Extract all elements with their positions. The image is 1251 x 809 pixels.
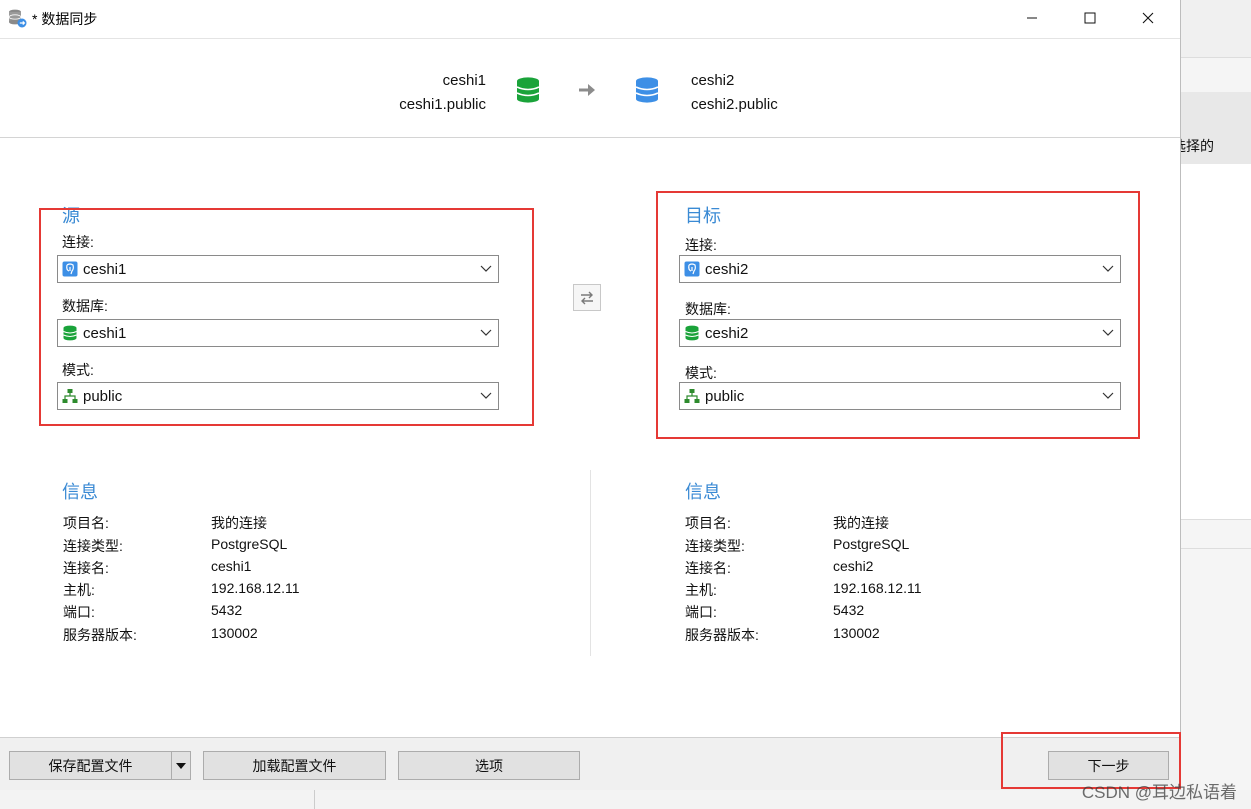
background-divider: [1180, 548, 1251, 549]
target-info-title: 信息: [685, 482, 721, 502]
header-target-schema: ceshi2.public: [691, 96, 778, 113]
info-key: 主机:: [63, 582, 95, 598]
target-database-icon: [635, 77, 659, 103]
info-value: 130002: [833, 625, 880, 641]
minimize-button[interactable]: [1009, 0, 1055, 36]
arrow-right-icon: [579, 84, 595, 96]
info-divider: [590, 470, 591, 656]
save-profile-button[interactable]: 保存配置文件: [9, 751, 172, 780]
background-toolbar: [1180, 0, 1251, 58]
info-key: 项目名:: [63, 515, 109, 531]
info-value: 我的连接: [833, 515, 889, 531]
maximize-icon: [1084, 12, 1096, 24]
close-button[interactable]: [1125, 0, 1171, 36]
info-value: 192.168.12.11: [833, 580, 922, 596]
info-key: 连接类型:: [685, 538, 745, 554]
minimize-icon: [1027, 17, 1037, 19]
source-database-icon: [516, 77, 540, 103]
info-value: 192.168.12.11: [211, 580, 300, 596]
save-profile-dropdown-button[interactable]: [171, 751, 191, 780]
info-value: 我的连接: [211, 515, 267, 531]
target-highlight-box: [656, 191, 1140, 439]
background-panel: 选择的: [1172, 92, 1251, 164]
info-value: ceshi1: [211, 558, 252, 574]
load-profile-button[interactable]: 加载配置文件: [203, 751, 386, 780]
header-source-schema: ceshi1.public: [399, 96, 486, 113]
background-app: 选择的: [1172, 0, 1251, 809]
info-value: PostgreSQL: [833, 536, 910, 552]
header-target: ceshi2 ceshi2.public: [691, 69, 778, 117]
options-button[interactable]: 选项: [398, 751, 580, 780]
header-target-connection: ceshi2: [691, 72, 735, 89]
background-statusbar-divider: [314, 790, 315, 809]
info-key: 端口:: [63, 604, 95, 620]
info-key: 项目名:: [685, 515, 731, 531]
info-key: 连接名:: [63, 560, 109, 576]
data-sync-dialog: * 数据同步 ceshi1 ceshi1.public ceshi2 ceshi…: [0, 0, 1181, 790]
title-bar[interactable]: * 数据同步: [0, 0, 1180, 38]
swap-button[interactable]: [573, 284, 601, 311]
source-highlight-box: [39, 208, 534, 426]
info-value: ceshi2: [833, 558, 874, 574]
info-key: 主机:: [685, 582, 717, 598]
info-key: 连接类型:: [63, 538, 123, 554]
info-key: 端口:: [685, 604, 717, 620]
sync-summary-header: ceshi1 ceshi1.public ceshi2 ceshi2.publi…: [0, 38, 1180, 138]
swap-arrows-icon: [581, 291, 593, 304]
info-value: 5432: [211, 602, 243, 618]
caret-down-icon: [176, 762, 186, 769]
header-source: ceshi1 ceshi1.public: [399, 69, 486, 117]
window-title: * 数据同步: [32, 11, 98, 27]
info-key: 连接名:: [685, 560, 731, 576]
maximize-button[interactable]: [1067, 0, 1113, 36]
info-value: PostgreSQL: [211, 536, 288, 552]
watermark: CSDN @耳边私语着: [1081, 783, 1237, 802]
info-value: 130002: [211, 625, 258, 641]
info-key: 服务器版本:: [685, 627, 759, 643]
background-statusbar: [0, 790, 1251, 809]
info-value: 5432: [833, 602, 865, 618]
header-source-connection: ceshi1: [442, 72, 486, 89]
background-list: [1180, 164, 1251, 520]
source-info-title: 信息: [62, 482, 98, 502]
close-icon: [1142, 12, 1154, 24]
info-key: 服务器版本:: [63, 627, 137, 643]
db-sync-icon: [8, 9, 27, 28]
